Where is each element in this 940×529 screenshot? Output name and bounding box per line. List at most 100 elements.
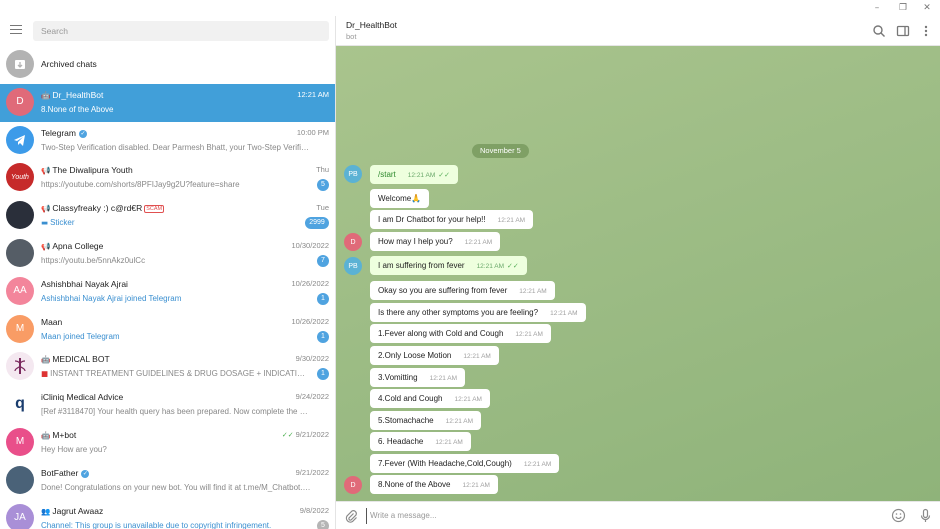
bot-icon: 🤖 <box>41 355 51 365</box>
message-bubble[interactable]: How may I help you? 12:21 AM <box>370 232 501 251</box>
chat-row-classyfreaky[interactable]: 📢 Classyfreaky :) c@rd€R SCAM Tue ▬ Sticker… <box>0 197 335 235</box>
chat-time: Thu <box>316 165 329 175</box>
chat-row-maan[interactable]: M Maan 10/26/2022 Maan joined Telegram 1 <box>0 311 335 349</box>
hamburger-menu-icon[interactable] <box>10 25 22 35</box>
chat-row-medical-bot[interactable]: 🤖 MEDICAL BOT 9/30/2022 ■ INSTANT TREATMEN… <box>0 348 335 386</box>
chat-row-jagrut-awaaz[interactable]: JA 👥 Jagrut Awaaz 9/8/2022 Channel: This … <box>0 500 335 529</box>
chat-preview: Channel: This group is unavailable due t… <box>41 520 272 529</box>
avatar <box>6 238 34 267</box>
message-input[interactable]: Write a message... <box>366 508 866 524</box>
chat-row-m-bot[interactable]: M 🤖 M+bot ✓✓ 9/21/2022 Hey How are you? <box>0 424 335 462</box>
archived-chats-row[interactable]: Archived chats <box>0 46 335 84</box>
close-button[interactable]: ✕ <box>916 0 938 16</box>
minimize-button[interactable]: – <box>866 0 888 16</box>
message-bubble[interactable]: 4.Cold and Cough 12:21 AM <box>370 389 490 408</box>
window-titlebar: – ❐ ✕ <box>0 0 940 16</box>
megaphone-icon: 📢 <box>41 204 51 214</box>
chat-name: Maan <box>41 316 63 327</box>
message-bubble[interactable]: I am Dr Chatbot for your help!! 12:21 AM <box>370 210 534 229</box>
chat-name: Archived chats <box>41 59 97 69</box>
chat-time: ✓✓ 9/21/2022 <box>281 429 329 439</box>
message-bubble[interactable]: 7.Fever (With Headache,Cold,Cough) 12:21 … <box>370 454 560 473</box>
chat-time: 12:21 AM <box>297 89 329 99</box>
verified-icon: ✓ <box>81 469 90 478</box>
search-icon[interactable] <box>872 24 886 38</box>
megaphone-icon: 📢 <box>41 241 51 251</box>
microphone-icon[interactable] <box>918 508 933 523</box>
chat-name: 📢 The Diwalipura Youth <box>41 165 133 176</box>
paperclip-icon[interactable] <box>344 509 358 523</box>
chat-time: 9/21/2022 <box>295 467 329 477</box>
chat-preview: 8.None of the Above <box>41 104 114 114</box>
unread-badge: 2999 <box>305 217 329 230</box>
unread-badge: 7 <box>317 254 329 267</box>
chat-name: Ashishbhai Nayak Ajrai <box>41 278 128 289</box>
message-bubble[interactable]: 8.None of the Above 12:21 AM <box>370 475 498 494</box>
verified-icon: ✓ <box>78 129 87 138</box>
chat-row-botfather[interactable]: BotFather ✓ 9/21/2022 Done! Congratulatio… <box>0 462 335 500</box>
chat-name: 📢 Classyfreaky :) c@rd€R SCAM <box>41 203 165 214</box>
message-bubble[interactable]: Welcome🙏 <box>370 189 430 208</box>
chat-row-ashishbhai[interactable]: AA Ashishbhai Nayak Ajrai 10/26/2022 Ash… <box>0 273 335 311</box>
chat-row-icliniq[interactable]: q iCliniq Medical Advice 9/24/2022 [Ref … <box>0 386 335 424</box>
unread-badge: 5 <box>317 519 329 529</box>
archive-icon <box>6 50 34 78</box>
message-bubble[interactable]: 3.Vomitting 12:21 AM <box>370 368 466 387</box>
chat-time: 10/26/2022 <box>291 278 329 288</box>
chat-time: 10/26/2022 <box>291 316 329 326</box>
message-bubble[interactable]: /start 12:21 AM ✓✓ <box>370 165 458 184</box>
medical-kit-icon: ■ <box>41 369 49 379</box>
chat-preview: ■ INSTANT TREATMENT GUIDELINES & DRUG DOS… <box>41 369 311 379</box>
message-bubble[interactable]: 6. Headache 12:21 AM <box>370 432 471 451</box>
chat-row-telegram[interactable]: Telegram ✓ 10:00 PM Two-Step Verification… <box>0 122 335 160</box>
avatar: D <box>344 476 362 494</box>
avatar: Youth <box>6 163 34 192</box>
search-input[interactable]: Search <box>33 21 329 41</box>
conversation-status: bot <box>346 32 357 41</box>
unread-badge: 5 <box>317 179 329 192</box>
chat-time: 10/30/2022 <box>291 240 329 250</box>
telegram-logo-icon <box>6 125 34 154</box>
chat-row-apna-college[interactable]: 📢 Apna College 10/30/2022 https://youtu.b… <box>0 235 335 273</box>
message-area[interactable]: November 5 PB /start 12:21 AM ✓✓ Welcome🙏 … <box>336 46 940 501</box>
unread-badge: 1 <box>317 292 329 305</box>
chat-preview: Done! Congratulations on your new bot. Y… <box>41 482 311 492</box>
chat-name: 🤖 M+bot <box>41 429 77 440</box>
avatar: M <box>6 314 34 343</box>
message-bubble[interactable]: Is there any other symptoms you are feel… <box>370 303 586 322</box>
unread-badge: 1 <box>317 330 329 343</box>
more-options-icon[interactable] <box>919 24 933 38</box>
sticker-icon: ▬ <box>41 218 49 228</box>
date-separator: November 5 <box>472 144 529 158</box>
message-composer: Write a message... <box>336 501 940 529</box>
avatar: JA <box>6 503 34 529</box>
sidebar-toggle-icon[interactable] <box>896 24 910 38</box>
emoji-icon[interactable] <box>891 508 906 523</box>
chat-preview: Hey How are you? <box>41 444 107 454</box>
chat-time: 9/30/2022 <box>295 354 329 364</box>
message-bubble[interactable]: 2.Only Loose Motion 12:21 AM <box>370 346 499 365</box>
avatar: M <box>6 427 34 456</box>
message-bubble[interactable]: 1.Fever along with Cold and Cough 12:21 A… <box>370 324 551 343</box>
maximize-button[interactable]: ❐ <box>892 0 914 16</box>
unread-badge: 1 <box>317 368 329 381</box>
chat-time: 9/8/2022 <box>299 505 329 515</box>
conversation-title[interactable]: Dr_HealthBot <box>346 20 397 30</box>
chat-row-dr-healthbot[interactable]: D 🤖 Dr_HealthBot 12:21 AM 8.None of the A… <box>0 83 335 122</box>
message-bubble[interactable]: 5.Stomachache 12:21 AM <box>370 411 482 430</box>
chat-preview: https://youtu.be/5nnAkz0ulCc <box>41 255 146 265</box>
avatar <box>6 201 34 230</box>
avatar: PB <box>344 257 362 275</box>
conversation-header: Dr_HealthBot bot <box>336 16 940 46</box>
chat-time: 10:00 PM <box>296 127 329 137</box>
chat-time: 9/24/2022 <box>295 392 329 402</box>
icliniq-logo-icon: q <box>6 390 34 419</box>
read-checkmarks-icon: ✓✓ <box>438 171 450 179</box>
chat-name: 🤖 MEDICAL BOT <box>41 354 110 365</box>
chat-preview: Ashishbhai Nayak Ajrai joined Telegram <box>41 293 182 303</box>
avatar: PB <box>344 165 362 183</box>
chat-row-diwalipura-youth[interactable]: Youth 📢 The Diwalipura Youth Thu https://… <box>0 159 335 197</box>
message-bubble[interactable]: I am suffering from fever 12:21 AM ✓✓ <box>370 256 527 275</box>
message-bubble[interactable]: Okay so you are suffering from fever 12:2… <box>370 281 555 300</box>
chat-name: 👥 Jagrut Awaaz <box>41 505 104 516</box>
